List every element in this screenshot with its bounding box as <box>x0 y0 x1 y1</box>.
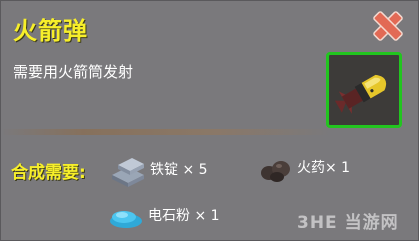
item-description: 需要用火箭筒发射 <box>13 63 134 81</box>
material-item-gunpowder: 火药× 1 <box>255 149 350 185</box>
material-item-carbide-powder: 电石粉 × 1 <box>106 197 220 233</box>
item-icon-frame <box>326 52 402 128</box>
item-info-panel: 火箭弹 需要用火箭筒发射 合成需要: 铁锭 × 5 火药× 1 电石粉 × 1 … <box>0 0 419 241</box>
close-icon <box>373 11 403 41</box>
material-name: 火药 <box>297 160 325 176</box>
watermark: 3HE 当游网 <box>297 213 399 233</box>
material-quantity: × 5 <box>182 162 208 178</box>
item-title: 火箭弹 <box>13 17 88 45</box>
close-button[interactable] <box>371 9 405 43</box>
recipe-label: 合成需要: <box>11 163 86 183</box>
section-divider <box>1 129 331 135</box>
material-item-iron-ingot: 铁锭 × 5 <box>108 151 208 187</box>
material-name: 电石粉 <box>148 208 190 224</box>
rocket-shell-icon <box>334 74 387 114</box>
material-name: 铁锭 <box>150 162 178 178</box>
carbide-powder-icon <box>110 211 142 228</box>
material-quantity: × 1 <box>194 208 220 224</box>
iron-ingot-icon <box>112 158 144 187</box>
gunpowder-icon <box>261 161 290 182</box>
material-quantity: × 1 <box>325 160 351 176</box>
